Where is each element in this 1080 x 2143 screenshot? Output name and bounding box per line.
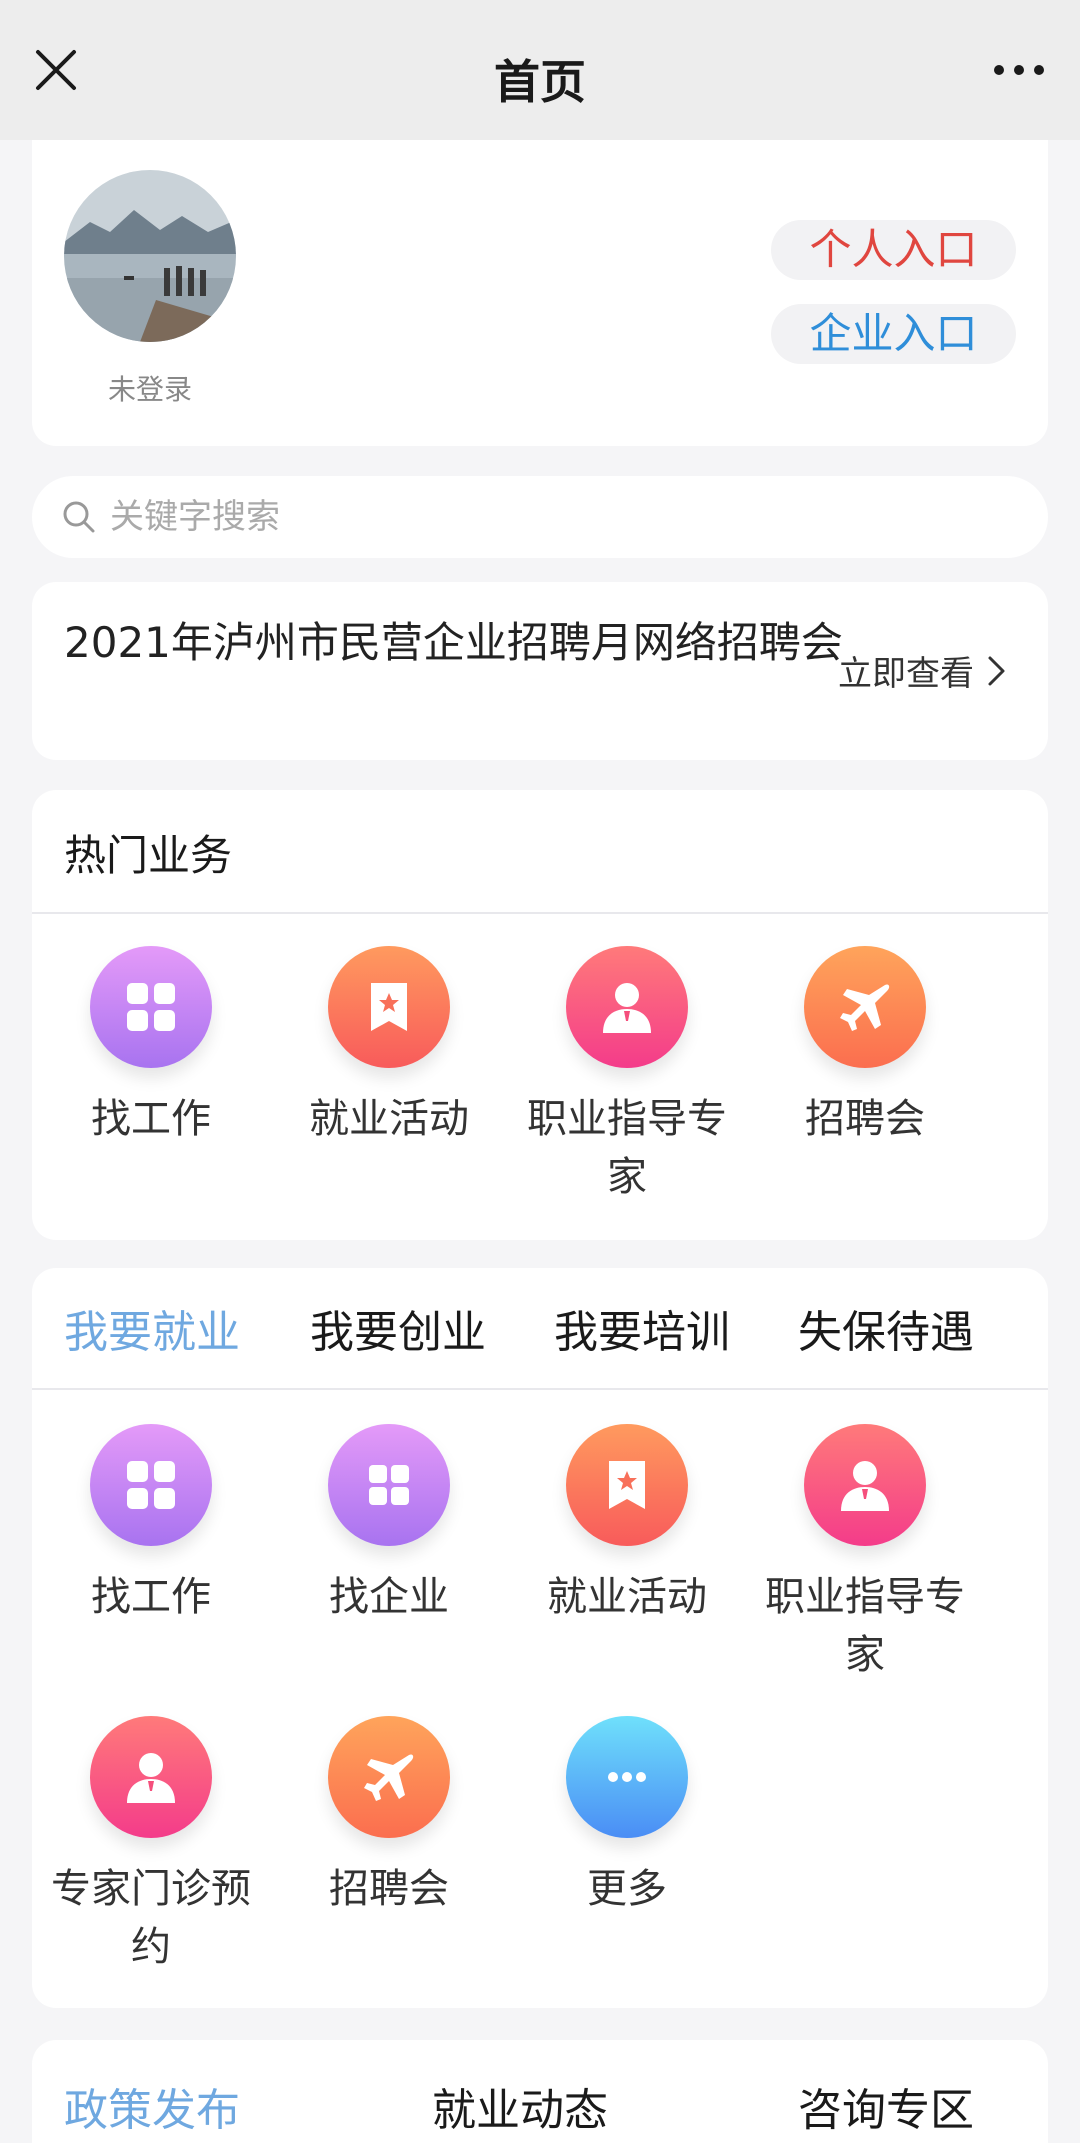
tab-consultation[interactable]: 咨询专区 bbox=[798, 2074, 974, 2138]
divider bbox=[32, 1388, 1048, 1390]
service-label: 招聘会 bbox=[329, 1866, 449, 1912]
bookmark-star-icon bbox=[328, 946, 450, 1068]
service-label: 更多 bbox=[587, 1866, 667, 1912]
section-title: 热门业务 bbox=[64, 831, 233, 880]
employment-section: 我要就业 我要创业 我要培训 失保待遇 找工作 找企业 就业活动 职业指导专家 … bbox=[32, 1268, 1048, 2008]
service-find-company[interactable]: 找企业 bbox=[270, 1424, 508, 1626]
company-entry-button[interactable]: 企业入口 bbox=[771, 304, 1016, 364]
service-label: 找工作 bbox=[91, 1574, 211, 1620]
top-nav-bar: 首页 bbox=[0, 0, 1080, 140]
grid-icon bbox=[328, 1424, 450, 1546]
service-label: 找工作 bbox=[91, 1096, 211, 1142]
divider bbox=[32, 912, 1048, 914]
service-label: 就业活动 bbox=[309, 1096, 469, 1142]
service-career-expert[interactable]: 职业指导专家 bbox=[746, 1424, 984, 1684]
avatar[interactable] bbox=[64, 170, 236, 342]
view-now-label: 立即查看 bbox=[838, 654, 974, 694]
news-tabs-section: 政策发布 就业动态 咨询专区 bbox=[32, 2040, 1048, 2143]
page-title: 首页 bbox=[494, 55, 586, 109]
person-icon bbox=[566, 946, 688, 1068]
person-icon bbox=[804, 1424, 926, 1546]
grid-icon bbox=[90, 946, 212, 1068]
personal-entry-button[interactable]: 个人入口 bbox=[771, 220, 1016, 280]
avatar-landscape-image bbox=[64, 170, 236, 342]
tab-unemployment-benefits[interactable]: 失保待遇 bbox=[798, 1296, 974, 1360]
plane-icon bbox=[804, 946, 926, 1068]
tab-policy-release[interactable]: 政策发布 bbox=[64, 2074, 240, 2138]
bookmark-star-icon bbox=[566, 1424, 688, 1546]
more-icon bbox=[566, 1716, 688, 1838]
search-bar bbox=[32, 476, 1048, 558]
service-label: 就业活动 bbox=[547, 1574, 707, 1620]
service-job-fair[interactable]: 招聘会 bbox=[746, 946, 984, 1148]
tab-training[interactable]: 我要培训 bbox=[554, 1296, 730, 1360]
service-expert-appointment[interactable]: 专家门诊预约 bbox=[32, 1716, 270, 1976]
service-find-job[interactable]: 找工作 bbox=[32, 946, 270, 1148]
login-status[interactable]: 未登录 bbox=[64, 368, 236, 408]
view-now-link[interactable]: 立即查看 bbox=[838, 646, 1008, 695]
search-input[interactable] bbox=[110, 488, 1010, 546]
tab-employment[interactable]: 我要就业 bbox=[64, 1296, 240, 1360]
service-label: 找企业 bbox=[329, 1574, 449, 1620]
person-icon bbox=[90, 1716, 212, 1838]
service-label: 职业指导专家 bbox=[765, 1574, 965, 1678]
service-employment-activity[interactable]: 就业活动 bbox=[508, 1424, 746, 1626]
service-label: 专家门诊预约 bbox=[51, 1866, 251, 1970]
service-label: 招聘会 bbox=[805, 1096, 925, 1142]
hot-business-section: 热门业务 找工作 就业活动 职业指导专家 招聘会 bbox=[32, 790, 1048, 1240]
service-find-job[interactable]: 找工作 bbox=[32, 1424, 270, 1626]
chevron-right-icon bbox=[988, 656, 1005, 685]
service-more[interactable]: 更多 bbox=[508, 1716, 746, 1918]
user-card: 未登录 个人入口 企业入口 bbox=[32, 140, 1048, 446]
search-icon bbox=[63, 501, 95, 533]
service-job-fair[interactable]: 招聘会 bbox=[270, 1716, 508, 1918]
service-employment-activity[interactable]: 就业活动 bbox=[270, 946, 508, 1148]
banner-title: 2021年泸州市民营企业招聘月网络招聘会 bbox=[64, 618, 843, 667]
job-fair-banner[interactable]: 2021年泸州市民营企业招聘月网络招聘会 立即查看 bbox=[32, 582, 1048, 760]
more-menu-icon[interactable] bbox=[992, 60, 1046, 80]
plane-icon bbox=[328, 1716, 450, 1838]
service-label: 职业指导专家 bbox=[527, 1096, 727, 1200]
service-career-expert[interactable]: 职业指导专家 bbox=[508, 946, 746, 1206]
grid-icon bbox=[90, 1424, 212, 1546]
tab-employment-news[interactable]: 就业动态 bbox=[432, 2074, 608, 2138]
tab-startup[interactable]: 我要创业 bbox=[310, 1296, 486, 1360]
